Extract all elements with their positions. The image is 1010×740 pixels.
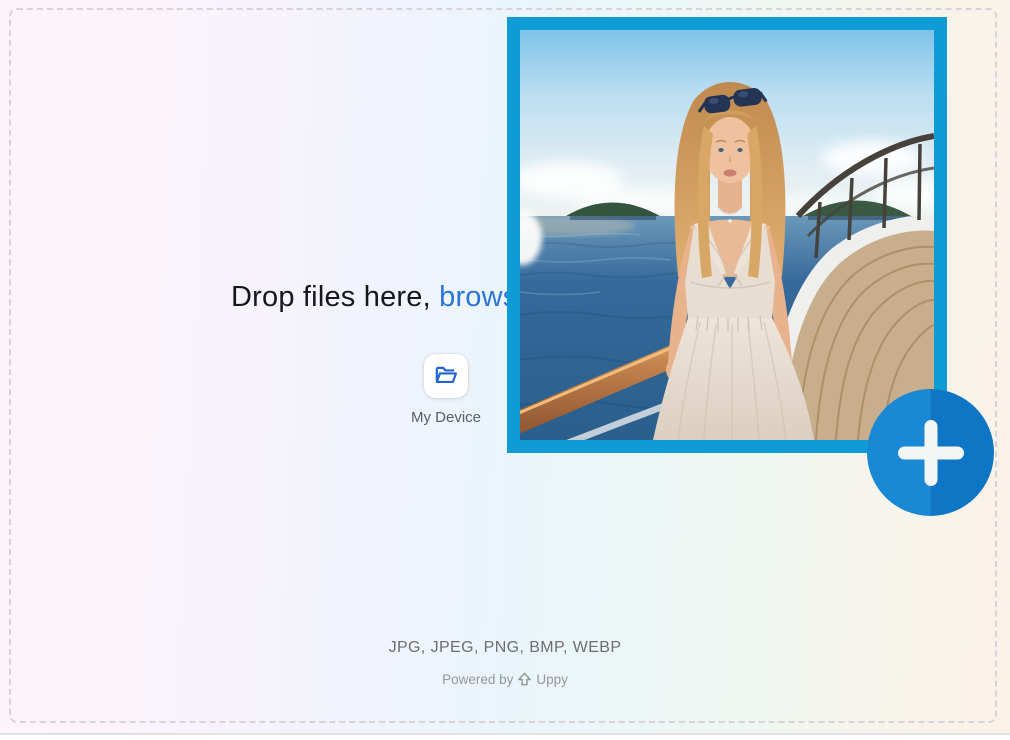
my-device-label: My Device — [401, 409, 491, 426]
uppy-dashboard-dropzone[interactable]: Drop files here, brows My Device — [0, 0, 1010, 735]
uppy-brand-text: Uppy — [536, 672, 568, 687]
uppy-arrow-icon — [517, 672, 532, 687]
drop-hint-text: Drop files here, brows — [231, 281, 517, 314]
browse-files-link[interactable]: brows — [439, 281, 517, 313]
my-device-button[interactable]: My Device — [401, 354, 491, 426]
preview-photo — [520, 30, 934, 440]
powered-by-text: Powered by — [442, 672, 513, 687]
allowed-file-types: JPG, JPEG, PNG, BMP, WEBP — [0, 639, 1010, 657]
powered-by-uppy-link[interactable]: Powered by Uppy — [0, 672, 1010, 687]
plus-icon — [867, 389, 994, 516]
folder-open-icon — [424, 354, 468, 398]
add-more-button[interactable] — [867, 389, 994, 516]
drop-hint-prefix: Drop files here, — [231, 281, 439, 313]
image-preview-frame — [507, 17, 947, 453]
